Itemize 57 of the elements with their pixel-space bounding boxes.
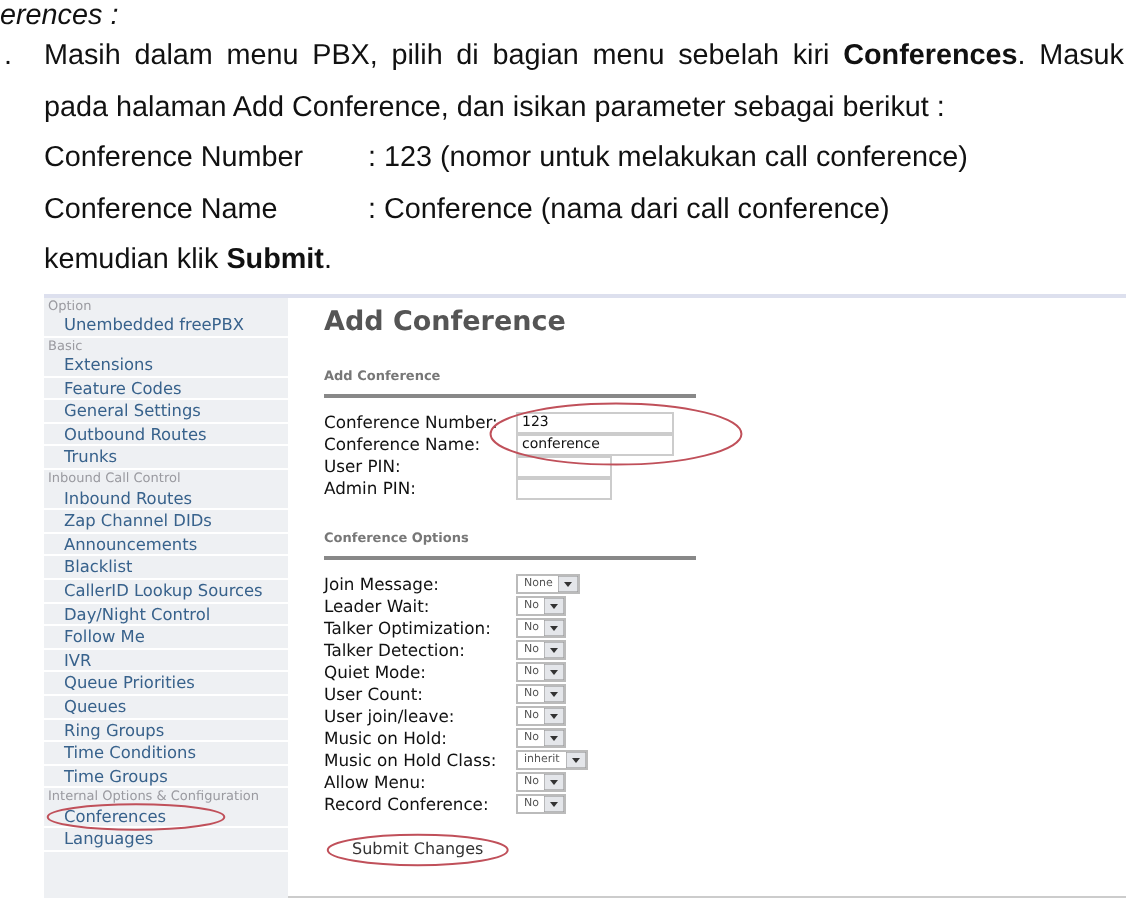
dropdown-arrow-icon	[544, 664, 565, 680]
field-label: Conference Name:	[324, 434, 483, 454]
sidebar-item[interactable]: IVR	[44, 649, 288, 673]
field-label: Conference Number:	[324, 412, 500, 432]
sidebar-item[interactable]: Outbound Routes	[44, 423, 288, 447]
sidebar-item[interactable]: Time Conditions	[44, 742, 288, 766]
field-label: Music on Hold Class:	[324, 750, 499, 770]
field-label: Talker Detection:	[324, 640, 468, 660]
field-label: Admin PIN:	[324, 478, 418, 498]
dropdown-arrow-icon	[544, 708, 565, 724]
field-label: Allow Menu:	[324, 772, 428, 792]
dropdown-arrow-icon	[544, 686, 565, 702]
sidebar-item[interactable]: Queues	[44, 695, 288, 719]
sidebar-item[interactable]: Follow Me	[44, 626, 288, 650]
dropdown-arrow-icon	[558, 576, 579, 592]
field-label: User join/leave:	[324, 706, 457, 726]
parameter-value: : 123 (nomor untuk melakukan call conference)	[368, 140, 968, 178]
sidebar-item[interactable]: Time Groups	[44, 765, 288, 789]
dropdown-arrow-icon	[544, 642, 565, 658]
field-label: Quiet Mode:	[324, 662, 428, 682]
dropdown-arrow-icon	[544, 620, 565, 636]
sidebar-item[interactable]: General Settings	[44, 400, 288, 424]
sidebar-item[interactable]: Day/Night Control	[44, 603, 288, 627]
sidebar-item[interactable]: Feature Codes	[44, 377, 288, 401]
sidebar-item[interactable]: Extensions	[44, 354, 288, 378]
list-marker: .	[2, 38, 14, 76]
sidebar-item[interactable]: Ring Groups	[44, 719, 288, 743]
sidebar-item[interactable]: Queue Priorities	[44, 672, 288, 696]
sidebar-item[interactable]: Conferences	[44, 805, 288, 829]
sidebar-item[interactable]: Trunks	[44, 446, 288, 471]
dropdown-arrow-icon	[565, 752, 586, 768]
sidebar-item[interactable]: Inbound Routes	[44, 487, 288, 511]
field-label: Talker Optimization:	[324, 618, 493, 638]
field-label: User Count:	[324, 684, 425, 704]
field-label: Leader Wait:	[324, 596, 432, 616]
sidebar-item[interactable]: Unembedded freePBX	[44, 314, 288, 338]
dropdown-arrow-icon	[544, 730, 565, 746]
sidebar-item[interactable]: Blacklist	[44, 556, 288, 580]
parameter-label: Conference Name	[44, 191, 280, 229]
field-label: Record Conference:	[324, 794, 491, 814]
page-title: Add Conference	[324, 305, 568, 337]
sidebar-item[interactable]: Languages	[44, 828, 288, 852]
closing-sentence: kemudian klik Submit.	[44, 242, 334, 280]
dropdown-arrow-icon	[544, 598, 565, 614]
parameter-value: : Conference (nama dari call conference)	[368, 191, 890, 229]
field-label: Join Message:	[324, 574, 441, 594]
sidebar-item[interactable]: Zap Channel DIDs	[44, 510, 288, 534]
field-label: User PIN:	[324, 456, 403, 476]
heading-fragment: erences :	[0, 0, 121, 32]
sidebar-item[interactable]: CallerID Lookup Sources	[44, 579, 288, 604]
instruction-paragraph: Masih dalam menu PBX, pilih di bagian menu sebelah kiri Conferences. Masuk pada halaman Add Conference, dan isikan parameter sebagai berikut :	[44, 38, 1124, 127]
sidebar-item[interactable]: Announcements	[44, 533, 288, 557]
field-label: Music on Hold:	[324, 728, 449, 748]
parameter-label: Conference Number	[44, 140, 306, 178]
dropdown-arrow-icon	[544, 796, 565, 812]
input-field[interactable]	[516, 477, 612, 499]
dropdown-arrow-icon	[544, 774, 565, 790]
